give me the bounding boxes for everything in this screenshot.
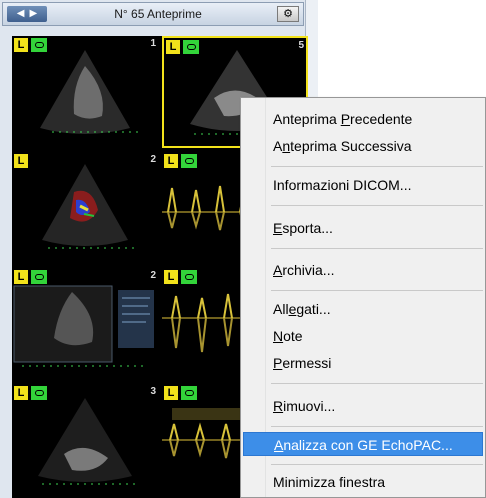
thumbnail-number: 5 — [298, 40, 304, 51]
l-tag: L — [14, 154, 28, 168]
menu-item-minimize-window[interactable]: Minimizza finestra — [243, 470, 483, 494]
context-menu: Anteprima Precedente Anteprima Successiv… — [240, 97, 486, 498]
thumbnail[interactable]: L 3 — [12, 384, 158, 496]
video-icon — [181, 270, 197, 284]
video-icon — [31, 270, 47, 284]
echo-image — [38, 398, 140, 485]
menu-item-analyze-echopac[interactable]: Analizza con GE EchoPAC... — [243, 432, 483, 456]
panel-title: N° 65 Anteprime — [114, 7, 202, 21]
menu-separator — [271, 290, 483, 291]
l-tag: L — [164, 386, 178, 400]
menu-item-archive[interactable]: Archivia... — [243, 258, 483, 282]
l-tag: L — [14, 270, 28, 284]
l-tag: L — [164, 154, 178, 168]
menu-item-export[interactable]: Esporta... — [243, 216, 483, 240]
menu-item-notes[interactable]: Note — [243, 324, 483, 348]
l-tag: L — [14, 386, 28, 400]
panel-titlebar: ◀ ▶ N° 65 Anteprime ⚙ — [2, 2, 304, 26]
l-tag: L — [14, 38, 28, 52]
color-doppler-image — [42, 164, 136, 249]
video-icon — [181, 154, 197, 168]
gear-icon[interactable]: ⚙ — [277, 6, 299, 22]
thumbnail[interactable]: L 1 — [12, 36, 158, 148]
menu-separator — [271, 166, 483, 167]
thumbnail-number: 3 — [150, 386, 156, 397]
thumbnail-number: 2 — [150, 270, 156, 281]
menu-separator — [271, 426, 483, 427]
chevron-right-icon[interactable]: ▶ — [30, 6, 38, 22]
menu-item-permissions[interactable]: Permessi — [243, 351, 483, 375]
thumbnail-number: 1 — [150, 38, 156, 49]
video-icon — [181, 386, 197, 400]
thumbnail-number: 2 — [150, 154, 156, 165]
video-icon — [31, 38, 47, 52]
menu-separator — [271, 248, 483, 249]
thumbnail[interactable]: L 2 — [12, 152, 158, 264]
echo-image — [40, 50, 140, 134]
menu-separator — [271, 383, 483, 384]
thumbnail[interactable]: L 2 — [12, 268, 158, 380]
video-icon — [31, 386, 47, 400]
video-icon — [183, 40, 199, 54]
l-tag: L — [166, 40, 180, 54]
thumbnail-nav[interactable]: ◀ ▶ — [7, 6, 47, 22]
menu-item-dicom-info[interactable]: Informazioni DICOM... — [243, 173, 483, 197]
l-tag: L — [164, 270, 178, 284]
menu-item-attachments[interactable]: Allegati... — [243, 297, 483, 321]
menu-separator — [271, 205, 483, 206]
menu-item-previous-preview[interactable]: Anteprima Precedente — [243, 107, 483, 131]
menu-item-remove[interactable]: Rimuovi... — [243, 394, 483, 418]
menu-separator — [271, 464, 483, 465]
menu-item-next-preview[interactable]: Anteprima Successiva — [243, 134, 483, 158]
chevron-left-icon[interactable]: ◀ — [17, 6, 25, 22]
echo-image — [13, 285, 154, 367]
